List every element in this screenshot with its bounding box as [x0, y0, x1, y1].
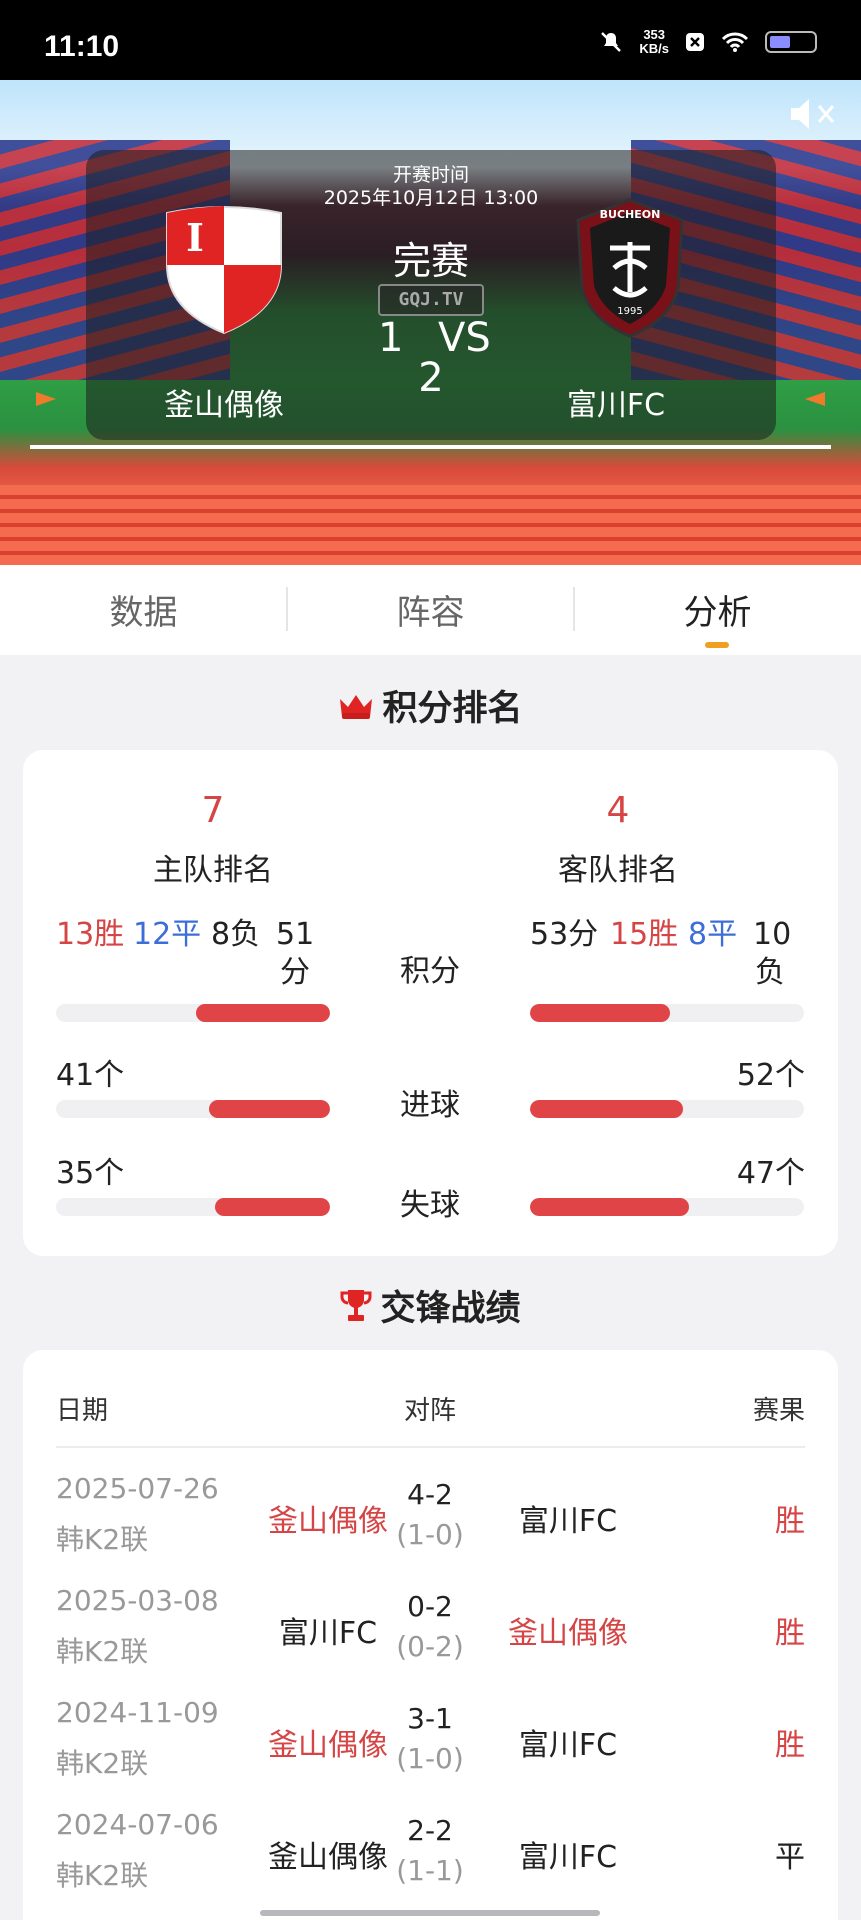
away-goals-against-bar [530, 1198, 804, 1216]
away-rank: 4 [606, 790, 630, 831]
home-goals-against-bar [56, 1198, 330, 1216]
ranking-section-title: 积分排名 [0, 680, 861, 731]
competition: 韩K2联 [56, 1635, 149, 1668]
match-result: 胜 [775, 1728, 805, 1763]
home-losses: 8负 [211, 917, 261, 952]
running-track [0, 485, 861, 565]
h2h-section-title: 交锋战绩 [0, 1280, 861, 1333]
watermark-logo: GQJ.TV [378, 284, 484, 316]
home-rank-label: 主队排名 [153, 853, 273, 888]
home-rank: 7 [201, 790, 225, 831]
h2h-row[interactable]: 2025-07-26 韩K2联 釜山偶像 4-2 (1-0) 富川FC 胜 [23, 1462, 838, 1574]
away-goals-for: 52个 [736, 1058, 805, 1093]
away-wins: 15胜 [610, 917, 679, 952]
away-losses: 10 [753, 917, 792, 952]
bar-fill [195, 1004, 330, 1022]
active-tab-indicator [705, 642, 729, 648]
corner-flag-icon [805, 392, 825, 406]
mute-icon [601, 32, 622, 52]
home-wins: 13胜 [56, 917, 125, 952]
net-speed: 353 KB/s [639, 27, 669, 56]
crown-icon [338, 690, 374, 730]
home-points-bar [56, 1004, 330, 1022]
away-team: 富川FC [518, 1840, 618, 1875]
home-goals-for: 41个 [56, 1058, 125, 1093]
away-goals-against: 47个 [736, 1156, 805, 1191]
home-points: 51 [276, 917, 315, 952]
home-draws: 12平 [133, 917, 202, 952]
full-time-score: 3-1 [407, 1702, 453, 1735]
away-team-name[interactable]: 富川FC [496, 380, 736, 424]
match-result: 胜 [775, 1504, 805, 1539]
goals-for-label: 进球 [400, 1088, 460, 1123]
match-date: 2024-07-06 [56, 1808, 219, 1841]
away-team: 釜山偶像 [508, 1616, 628, 1651]
battery-icon [765, 31, 817, 53]
bar-fill [530, 1100, 684, 1118]
match-date: 2025-07-26 [56, 1472, 219, 1505]
close-box-icon [686, 33, 704, 51]
h2h-row[interactable]: 2024-11-09 韩K2联 釜山偶像 3-1 (1-0) 富川FC 胜 [23, 1686, 838, 1798]
corner-flag-icon [36, 392, 56, 406]
goals-against-label: 失球 [400, 1188, 460, 1223]
ranking-card: 7 主队排名 4 客队排名 13胜 12平 8负 51 分 53分 15胜 8平… [23, 750, 838, 1256]
half-time-score: (1-0) [396, 1518, 464, 1551]
half-time-score: (1-0) [396, 1742, 464, 1775]
tab-data[interactable]: 数据 [0, 585, 287, 634]
clock: 11:10 [44, 30, 120, 63]
bar-fill [209, 1100, 330, 1118]
h2h-date-header: 日期 [56, 1396, 109, 1426]
away-team: 富川FC [518, 1728, 618, 1763]
away-goals-for-bar [530, 1100, 804, 1118]
bar-fill [214, 1198, 330, 1216]
full-time-score: 4-2 [407, 1478, 453, 1511]
scorecard: 开赛时间 2025年10月12日 13:00 I 完赛 GQJ.TV 1 VS … [86, 150, 776, 440]
bar-fill [530, 1004, 670, 1022]
match-date: 2025-03-08 [56, 1584, 219, 1617]
wifi-icon [721, 32, 749, 52]
h2h-result-header: 赛果 [752, 1396, 805, 1426]
match-header: 开赛时间 2025年10月12日 13:00 I 完赛 GQJ.TV 1 VS … [0, 80, 861, 565]
tab-lineup[interactable]: 阵容 [287, 585, 574, 634]
half-time-score: (0-2) [396, 1630, 464, 1663]
h2h-card: 日期 对阵 赛果 2025-07-26 韩K2联 釜山偶像 4-2 (1-0) 富川FC 胜… [23, 1350, 838, 1920]
away-team: 富川FC [518, 1504, 618, 1539]
home-goals-against: 35个 [56, 1156, 125, 1191]
full-time-score: 0-2 [407, 1590, 453, 1623]
svg-text:1995: 1995 [617, 306, 642, 317]
bar-fill [530, 1198, 689, 1216]
match-date: 2024-11-09 [56, 1696, 219, 1729]
trophy-icon [340, 1288, 372, 1333]
h2h-row[interactable]: 2024-07-06 韩K2联 釜山偶像 2-2 (1-1) 富川FC 平 [23, 1798, 838, 1910]
home-points-unit: 分 [280, 955, 310, 990]
svg-text:BUCHEON: BUCHEON [600, 208, 661, 221]
away-losses-unit: 负 [755, 955, 785, 990]
away-draws: 8平 [688, 917, 738, 952]
match-result: 胜 [775, 1616, 805, 1651]
full-time-score: 2-2 [407, 1814, 453, 1847]
home-indicator[interactable] [260, 1910, 600, 1916]
tab-analysis[interactable]: 分析 [574, 585, 861, 634]
competition: 韩K2联 [56, 1859, 149, 1892]
status-icons: 353 KB/s [599, 28, 817, 56]
away-points-bar [530, 1004, 804, 1022]
away-team-logo[interactable]: BUCHEON 1995 [574, 198, 686, 338]
tab-bar: 数据 阵容 分析 [0, 565, 861, 655]
h2h-match-header: 对阵 [403, 1396, 456, 1426]
competition: 韩K2联 [56, 1523, 149, 1556]
sound-off-icon[interactable] [777, 94, 847, 144]
points-label: 积分 [400, 954, 460, 989]
away-points: 53分 [530, 917, 599, 952]
status-bar: 11:10 353 KB/s [0, 0, 861, 80]
competition: 韩K2联 [56, 1747, 149, 1780]
match-result: 平 [775, 1840, 805, 1875]
h2h-row[interactable]: 2025-03-08 韩K2联 富川FC 0-2 (0-2) 釜山偶像胜 [23, 1574, 838, 1686]
home-goals-for-bar [56, 1100, 330, 1118]
home-team-name[interactable]: 釜山偶像 [104, 380, 344, 424]
away-rank-label: 客队排名 [558, 853, 678, 888]
divider [56, 1446, 805, 1448]
pitch-line [30, 445, 831, 449]
half-time-score: (1-1) [396, 1854, 464, 1887]
